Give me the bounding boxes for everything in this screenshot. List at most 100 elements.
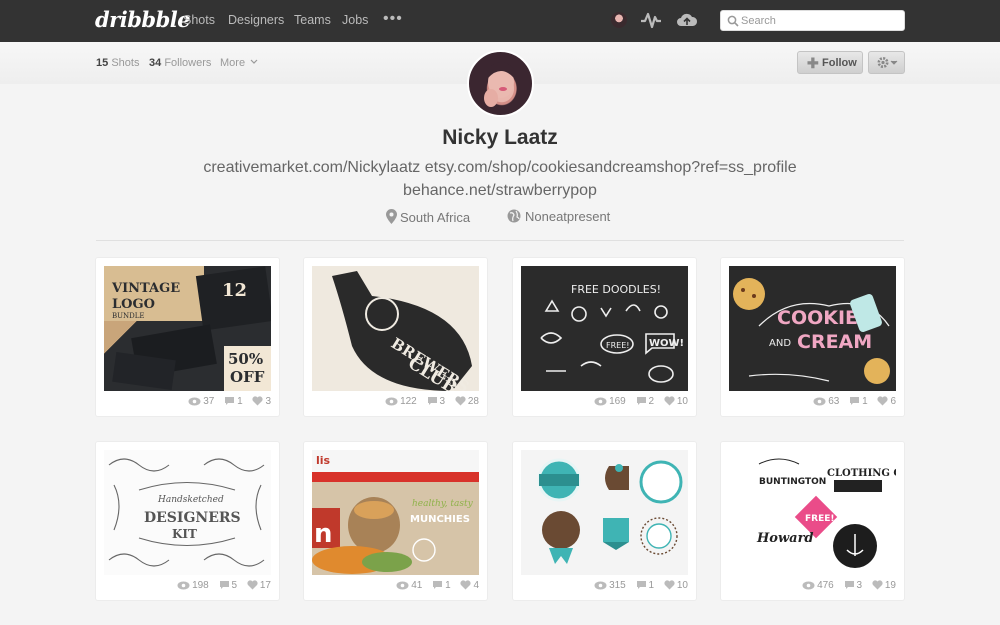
likes-stat[interactable]: 19 xyxy=(872,580,896,591)
followers-count[interactable]: 34 Followers xyxy=(149,57,211,69)
heart-icon xyxy=(252,396,264,406)
shot-thumbnail[interactable]: FREE DOODLES! FREE! WOW! xyxy=(521,266,688,391)
followers-count-value: 34 xyxy=(149,57,162,69)
followers-count-label: Followers xyxy=(164,57,212,69)
likes-count: 3 xyxy=(265,396,271,407)
likes-count: 28 xyxy=(467,396,479,407)
svg-text:CLOTHING CO: CLOTHING CO xyxy=(827,468,896,479)
comments-stat[interactable]: 5 xyxy=(219,580,238,591)
views-stat: 198 xyxy=(177,580,209,591)
search-input[interactable] xyxy=(741,13,896,28)
profile-bio: creativemarket.com/Nickylaatz etsy.com/s… xyxy=(0,156,1000,202)
views-count: 122 xyxy=(400,396,417,407)
activity-icon[interactable] xyxy=(640,11,662,29)
comments-stat[interactable]: 1 xyxy=(224,396,243,407)
comment-icon xyxy=(427,397,437,405)
comments-count: 1 xyxy=(862,396,868,407)
shot-thumbnail[interactable]: Handsketched DESIGNERS KIT xyxy=(104,450,271,575)
comments-count: 3 xyxy=(856,580,863,591)
shot-card[interactable]: VINTAGE LOGO BUNDLE 12 50% OFF 37 1 3 xyxy=(96,258,279,416)
likes-stat[interactable]: 6 xyxy=(877,396,896,407)
shot-card[interactable]: FREE DOODLES! FREE! WOW! 169 2 10 xyxy=(513,258,696,416)
shot-thumbnail[interactable]: BUNTINGTON CLOTHING CO FREE! Howard xyxy=(729,450,896,575)
comments-stat[interactable]: 3 xyxy=(844,580,863,591)
shot-stats: 63 1 6 xyxy=(806,396,896,410)
profile-website[interactable]: Noneatpresent xyxy=(507,209,610,224)
heart-icon xyxy=(872,580,883,590)
comments-stat[interactable]: 3 xyxy=(427,396,445,407)
views-stat: 476 xyxy=(802,580,834,591)
globe-icon xyxy=(507,209,521,223)
comments-stat[interactable]: 1 xyxy=(849,396,868,407)
shot-card[interactable]: BREWERS CLUB 122 3 28 xyxy=(304,258,487,416)
nav-jobs[interactable]: Jobs xyxy=(342,13,368,27)
nav-designers[interactable]: Designers xyxy=(228,13,284,27)
likes-stat[interactable]: 4 xyxy=(460,580,479,591)
svg-text:n: n xyxy=(314,519,333,549)
comments-stat[interactable]: 1 xyxy=(636,580,655,591)
shots-count-label: Shots xyxy=(111,57,140,69)
profile-avatar xyxy=(467,50,534,117)
svg-text:DESIGNERS: DESIGNERS xyxy=(144,510,241,526)
comment-icon xyxy=(225,397,235,405)
bio-links-line[interactable]: creativemarket.com/Nickylaatz etsy.com/s… xyxy=(0,156,1000,179)
eye-icon xyxy=(188,397,201,406)
shot-card[interactable]: COOKIES AND CREAM 63 1 6 xyxy=(721,258,904,416)
svg-text:AND: AND xyxy=(769,338,791,349)
shot-card[interactable]: lis n healthy, tasty MUNCHIES 41 1 4 xyxy=(304,442,487,600)
likes-count: 19 xyxy=(884,580,896,591)
chevron-down-icon xyxy=(250,59,258,64)
comment-icon xyxy=(636,397,646,405)
comments-count: 5 xyxy=(231,580,238,591)
shot-stats: 169 2 10 xyxy=(587,396,688,410)
eye-icon xyxy=(594,581,607,590)
shot-thumbnail[interactable]: VINTAGE LOGO BUNDLE 12 50% OFF xyxy=(104,266,271,391)
more-dropdown[interactable]: More xyxy=(220,57,258,69)
svg-text:KIT: KIT xyxy=(172,527,197,541)
svg-text:Handsketched: Handsketched xyxy=(157,495,224,505)
profile-name: Nicky Laatz xyxy=(442,126,558,149)
comments-count: 1 xyxy=(648,580,655,591)
divider xyxy=(96,240,904,241)
heart-icon xyxy=(664,580,675,590)
nav-teams[interactable]: Teams xyxy=(294,13,331,27)
settings-dropdown-button[interactable] xyxy=(868,51,905,74)
svg-text:OFF: OFF xyxy=(230,368,265,386)
bio-behance-link[interactable]: behance.net/strawberrypop xyxy=(0,179,1000,202)
nav-shots[interactable]: Shots xyxy=(183,13,215,27)
comment-icon xyxy=(844,581,854,589)
search-box[interactable] xyxy=(720,10,905,31)
likes-count: 6 xyxy=(890,396,896,407)
follow-button[interactable]: ✚ Follow xyxy=(797,51,863,74)
user-avatar[interactable] xyxy=(611,12,627,28)
comments-count: 2 xyxy=(648,396,655,407)
likes-stat[interactable]: 10 xyxy=(664,396,688,407)
nav-more-dots[interactable]: ••• xyxy=(383,10,403,28)
svg-text:healthy, tasty: healthy, tasty xyxy=(412,499,474,509)
dribbble-logo[interactable]: dribbble xyxy=(95,7,191,32)
likes-stat[interactable]: 10 xyxy=(664,580,688,591)
likes-stat[interactable]: 17 xyxy=(247,580,271,591)
shot-thumbnail[interactable]: COOKIES AND CREAM xyxy=(729,266,896,391)
views-stat: 122 xyxy=(385,396,417,407)
heart-icon xyxy=(877,396,889,406)
top-nav: dribbble Shots Designers Teams Jobs ••• xyxy=(0,0,1000,42)
shot-card[interactable]: BUNTINGTON CLOTHING CO FREE! Howard 476 … xyxy=(721,442,904,600)
shots-count[interactable]: 15 Shots xyxy=(96,57,139,69)
comments-stat[interactable]: 1 xyxy=(432,580,451,591)
comments-stat[interactable]: 2 xyxy=(636,396,655,407)
svg-text:lis: lis xyxy=(316,454,331,467)
shot-thumbnail[interactable]: BREWERS CLUB xyxy=(312,266,479,391)
shot-thumbnail[interactable] xyxy=(521,450,688,575)
likes-stat[interactable]: 3 xyxy=(252,396,271,407)
shot-thumbnail[interactable]: lis n healthy, tasty MUNCHIES xyxy=(312,450,479,575)
likes-stat[interactable]: 28 xyxy=(455,396,479,407)
svg-text:BUNTINGTON: BUNTINGTON xyxy=(759,477,826,487)
svg-text:WOW!: WOW! xyxy=(649,338,684,349)
eye-icon xyxy=(396,581,409,590)
shot-card[interactable]: 315 1 10 xyxy=(513,442,696,600)
shot-stats: 37 1 3 xyxy=(181,396,271,410)
eye-icon xyxy=(177,581,190,590)
shot-card[interactable]: Handsketched DESIGNERS KIT 198 5 17 xyxy=(96,442,279,600)
upload-cloud-icon[interactable] xyxy=(676,11,698,29)
